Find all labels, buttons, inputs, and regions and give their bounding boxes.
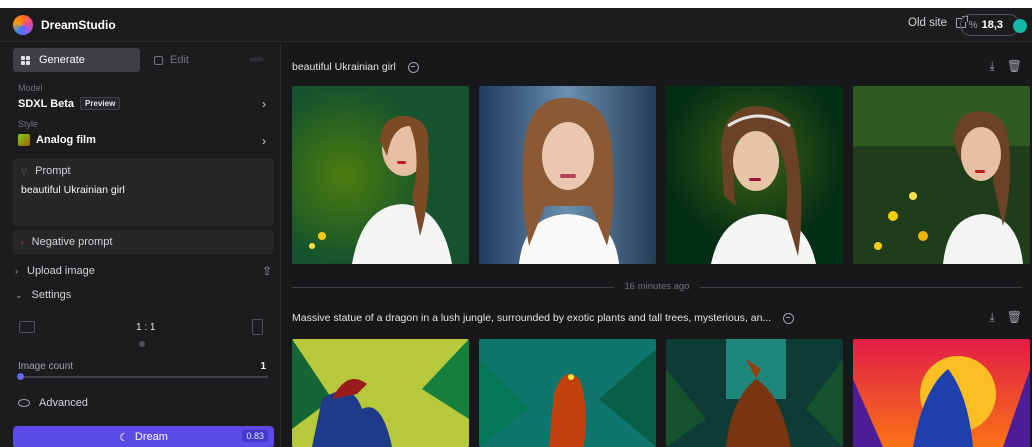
negative-prompt-header[interactable]: › Negative prompt xyxy=(21,236,112,248)
upload-image-label: Upload image xyxy=(27,265,95,277)
time-separator: 16 minutes ago xyxy=(292,281,1022,293)
dream-label: Dream xyxy=(134,431,168,443)
credits-button[interactable]: % 18,3 xyxy=(959,14,1027,36)
landscape-ratio-icon[interactable] xyxy=(19,321,35,333)
image-dragon-1[interactable] xyxy=(292,339,469,447)
style-label: Style xyxy=(18,119,39,129)
image-portrait-4[interactable] xyxy=(853,86,1030,264)
app-title: DreamStudio xyxy=(41,17,116,32)
model-select[interactable]: SDXL Beta Preview xyxy=(18,97,121,110)
image-portrait-2[interactable] xyxy=(479,86,656,264)
image-count-value: 1 xyxy=(260,361,266,372)
upload-image-row[interactable]: › Upload image ⇧ xyxy=(15,264,276,278)
reuse-prompt-icon[interactable] xyxy=(783,312,795,324)
model-chevron-right-icon[interactable]: › xyxy=(262,97,266,111)
app-window: DreamStudio Old site % 18,3 Generate Edi… xyxy=(0,8,1032,447)
top-bar: DreamStudio Old site % 18,3 xyxy=(0,8,1032,42)
gallery: beautiful Ukrainian girl ⤓ 🗑 16 minutes … xyxy=(282,43,1032,447)
tab-generate-label: Generate xyxy=(39,54,85,66)
chevron-right-icon: › xyxy=(15,266,18,276)
eye-icon xyxy=(18,399,30,407)
model-value: SDXL Beta xyxy=(18,97,75,110)
chevron-down-icon: ▽ xyxy=(21,166,28,176)
sidebar: Generate Edit soon Model SDXL Beta Previ… xyxy=(0,43,281,447)
style-chevron-right-icon[interactable]: › xyxy=(262,134,266,148)
aspect-ratio-value: 1 : 1 xyxy=(136,322,156,333)
negative-prompt-label: Negative prompt xyxy=(31,236,113,248)
prompt-header[interactable]: ▽ Prompt xyxy=(21,165,71,177)
image-portrait-1[interactable] xyxy=(292,86,469,264)
avatar[interactable] xyxy=(1013,19,1027,33)
trash-icon[interactable]: 🗑 xyxy=(1007,310,1022,325)
group-2-prompt: Massive statue of a dragon in a lush jun… xyxy=(292,312,772,324)
group-1-prompt: beautiful Ukrainian girl xyxy=(292,61,396,73)
download-icon[interactable]: ⤓ xyxy=(989,310,994,325)
analog-film-icon xyxy=(18,134,30,146)
preview-badge: Preview xyxy=(80,97,121,110)
image-count-slider[interactable] xyxy=(18,376,268,378)
advanced-label: Advanced xyxy=(39,397,88,409)
image-dragon-2[interactable] xyxy=(479,339,656,447)
prompt-input[interactable]: beautiful Ukrainian girl xyxy=(21,184,125,196)
credits-value: 18,3 xyxy=(981,19,1003,31)
prompt-panel[interactable]: ▽ Prompt beautiful Ukrainian girl xyxy=(13,158,274,226)
image-dragon-3[interactable] xyxy=(666,339,843,447)
separator-line xyxy=(700,287,1022,288)
credit-icon: % xyxy=(968,19,978,31)
old-site-label: Old site xyxy=(908,17,947,29)
style-value: Analog film xyxy=(36,134,96,146)
group-2-title: Massive statue of a dragon in a lush jun… xyxy=(292,312,795,324)
advanced-toggle[interactable]: Advanced xyxy=(18,397,279,409)
settings-row[interactable]: ⌄ Settings xyxy=(15,289,276,301)
old-site-link[interactable]: Old site xyxy=(908,16,968,29)
chevron-right-icon: › xyxy=(21,237,24,247)
negative-prompt-panel[interactable]: › Negative prompt xyxy=(13,230,274,254)
reuse-prompt-icon[interactable] xyxy=(407,61,419,73)
dreamstudio-logo-icon[interactable] xyxy=(13,14,33,35)
model-label: Model xyxy=(18,83,43,93)
tab-edit-label: Edit xyxy=(170,54,189,66)
group-1-title: beautiful Ukrainian girl xyxy=(292,61,419,73)
image-count-slider-thumb[interactable] xyxy=(17,373,24,380)
trash-icon[interactable]: 🗑 xyxy=(1007,59,1022,74)
tab-generate[interactable]: Generate xyxy=(13,48,140,72)
moon-icon: ☾ xyxy=(119,431,129,444)
image-count-label: Image count xyxy=(18,361,74,372)
image-portrait-3[interactable] xyxy=(666,86,843,264)
tab-edit[interactable]: Edit soon xyxy=(146,48,271,72)
upload-icon[interactable]: ⇧ xyxy=(262,264,272,278)
dream-button[interactable]: ☾ Dream 0.83 xyxy=(13,426,274,447)
prompt-label: Prompt xyxy=(35,165,71,177)
image-dragon-4[interactable] xyxy=(853,339,1030,447)
settings-label: Settings xyxy=(31,289,72,301)
portrait-ratio-icon[interactable] xyxy=(252,319,263,335)
style-select[interactable]: Analog film xyxy=(18,134,96,146)
download-icon[interactable]: ⤓ xyxy=(989,59,994,74)
chevron-down-icon: ⌄ xyxy=(15,289,23,300)
group-2-actions: ⤓ 🗑 xyxy=(989,310,1022,325)
dream-cost-badge: 0.83 xyxy=(242,430,268,442)
grid-icon xyxy=(21,55,32,65)
edit-icon xyxy=(154,55,163,65)
aspect-ratio-slider-thumb[interactable] xyxy=(139,341,145,347)
group-1-actions: ⤓ 🗑 xyxy=(989,59,1022,74)
soon-badge: soon xyxy=(249,57,263,63)
